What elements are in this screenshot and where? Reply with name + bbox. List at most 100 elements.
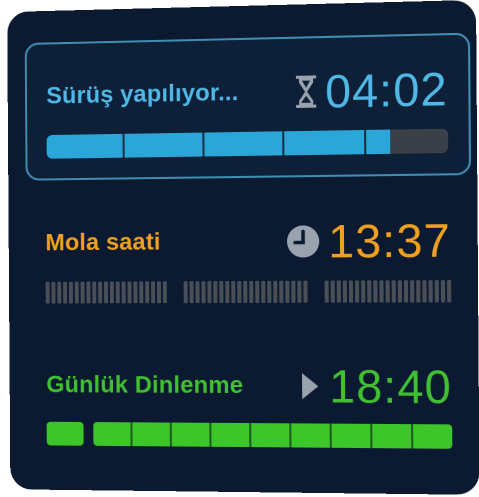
break-tick <box>398 280 402 302</box>
break-tick <box>441 280 445 302</box>
break-tick <box>285 281 289 303</box>
break-tick <box>231 281 235 303</box>
driving-label: Sürüş yapılıyor... <box>46 79 238 110</box>
rest-bar-segment <box>332 424 373 449</box>
break-section: Mola saati 13:37 <box>26 209 472 312</box>
clock-icon <box>286 224 320 258</box>
break-tick <box>367 280 371 302</box>
break-tick <box>237 281 241 303</box>
driving-bar-segment <box>47 134 125 159</box>
break-tick <box>297 281 301 303</box>
rest-section: Günlük Dinlenme 18:40 <box>27 351 473 463</box>
break-tick <box>86 282 90 304</box>
rest-bar-first-chunk <box>47 422 84 446</box>
break-tick <box>75 282 79 304</box>
break-time-group: 13:37 <box>286 217 451 265</box>
break-tick <box>157 281 161 303</box>
break-tick <box>151 281 155 303</box>
break-tick <box>349 280 353 302</box>
driving-header-row: Sürüş yapılıyor... 04:02 <box>46 66 448 120</box>
break-tick <box>273 281 277 303</box>
break-tick <box>98 282 102 304</box>
rest-bar-segment <box>291 423 332 447</box>
hourglass-icon <box>295 74 317 109</box>
break-tick-group <box>184 281 308 303</box>
break-tick-group <box>325 280 452 303</box>
break-tick <box>69 282 73 304</box>
break-tick <box>279 281 283 303</box>
break-tick <box>416 280 420 302</box>
break-tick <box>145 281 149 303</box>
break-tick <box>392 280 396 302</box>
break-tick <box>325 281 329 303</box>
break-tick <box>116 282 120 304</box>
break-tick <box>447 280 451 302</box>
break-tick <box>243 281 247 303</box>
break-tick <box>207 281 211 303</box>
driving-section: Sürüş yapılıyor... 04:02 <box>25 33 471 181</box>
driving-bar-segment <box>284 130 365 155</box>
rest-bar-segment <box>251 423 291 447</box>
break-tick <box>355 280 359 302</box>
break-tick <box>81 282 85 304</box>
break-tick <box>163 281 167 303</box>
rest-bar-segment <box>93 422 132 446</box>
break-tick <box>404 280 408 302</box>
rest-bar-main-chunk <box>93 422 452 449</box>
rest-label: Günlük Dinlenme <box>46 372 243 401</box>
break-tick <box>110 282 114 304</box>
break-tick <box>303 281 307 303</box>
break-tick <box>261 281 265 303</box>
break-tick <box>46 282 50 304</box>
driving-bar-segment <box>204 131 284 156</box>
break-tick <box>122 282 126 304</box>
break-tick <box>343 281 347 303</box>
break-tick <box>133 281 137 303</box>
break-tick <box>386 280 390 302</box>
break-tick <box>331 281 335 303</box>
tachograph-panel: Sürüş yapılıyor... 04:02 Mola saati 13:3… <box>7 0 479 495</box>
driving-time-group: 04:02 <box>295 66 448 115</box>
rest-time: 18:40 <box>329 363 452 410</box>
rest-bar-segment <box>413 424 452 449</box>
driving-time: 04:02 <box>325 66 448 115</box>
break-tick <box>201 281 205 303</box>
rest-time-group: 18:40 <box>299 363 452 410</box>
break-tick <box>104 282 108 304</box>
play-arrow-icon <box>299 371 321 401</box>
break-tick <box>379 280 383 302</box>
driving-progress-bar <box>47 129 449 159</box>
break-tick <box>63 282 67 304</box>
break-time: 13:37 <box>328 217 451 264</box>
break-tick <box>267 281 271 303</box>
break-tick <box>249 281 253 303</box>
rest-bar-segment <box>372 424 413 449</box>
break-label: Mola saati <box>45 229 160 258</box>
break-tick <box>195 281 199 303</box>
break-tick <box>184 281 188 303</box>
break-header-row: Mola saati 13:37 <box>45 217 451 266</box>
break-tick <box>51 282 55 304</box>
break-tick <box>127 281 131 303</box>
break-tick <box>255 281 259 303</box>
break-tick <box>225 281 229 303</box>
break-tick <box>139 281 143 303</box>
break-tick <box>219 281 223 303</box>
break-tick <box>429 280 433 302</box>
break-tick <box>291 281 295 303</box>
rest-progress-bar <box>47 422 453 449</box>
break-tick <box>213 281 217 303</box>
break-tick <box>190 281 194 303</box>
break-tick-group <box>46 281 167 303</box>
rest-bar-segment <box>132 422 172 446</box>
rest-bar-segment <box>211 423 251 447</box>
break-tick <box>435 280 439 302</box>
break-tick <box>92 282 96 304</box>
driving-bar-segment <box>366 129 448 155</box>
rest-header-row: Günlük Dinlenme 18:40 <box>46 363 452 411</box>
break-tick <box>361 280 365 302</box>
break-tick <box>337 281 341 303</box>
break-tick <box>57 282 61 304</box>
driving-bar-segment <box>125 133 204 158</box>
break-tick <box>373 280 377 302</box>
